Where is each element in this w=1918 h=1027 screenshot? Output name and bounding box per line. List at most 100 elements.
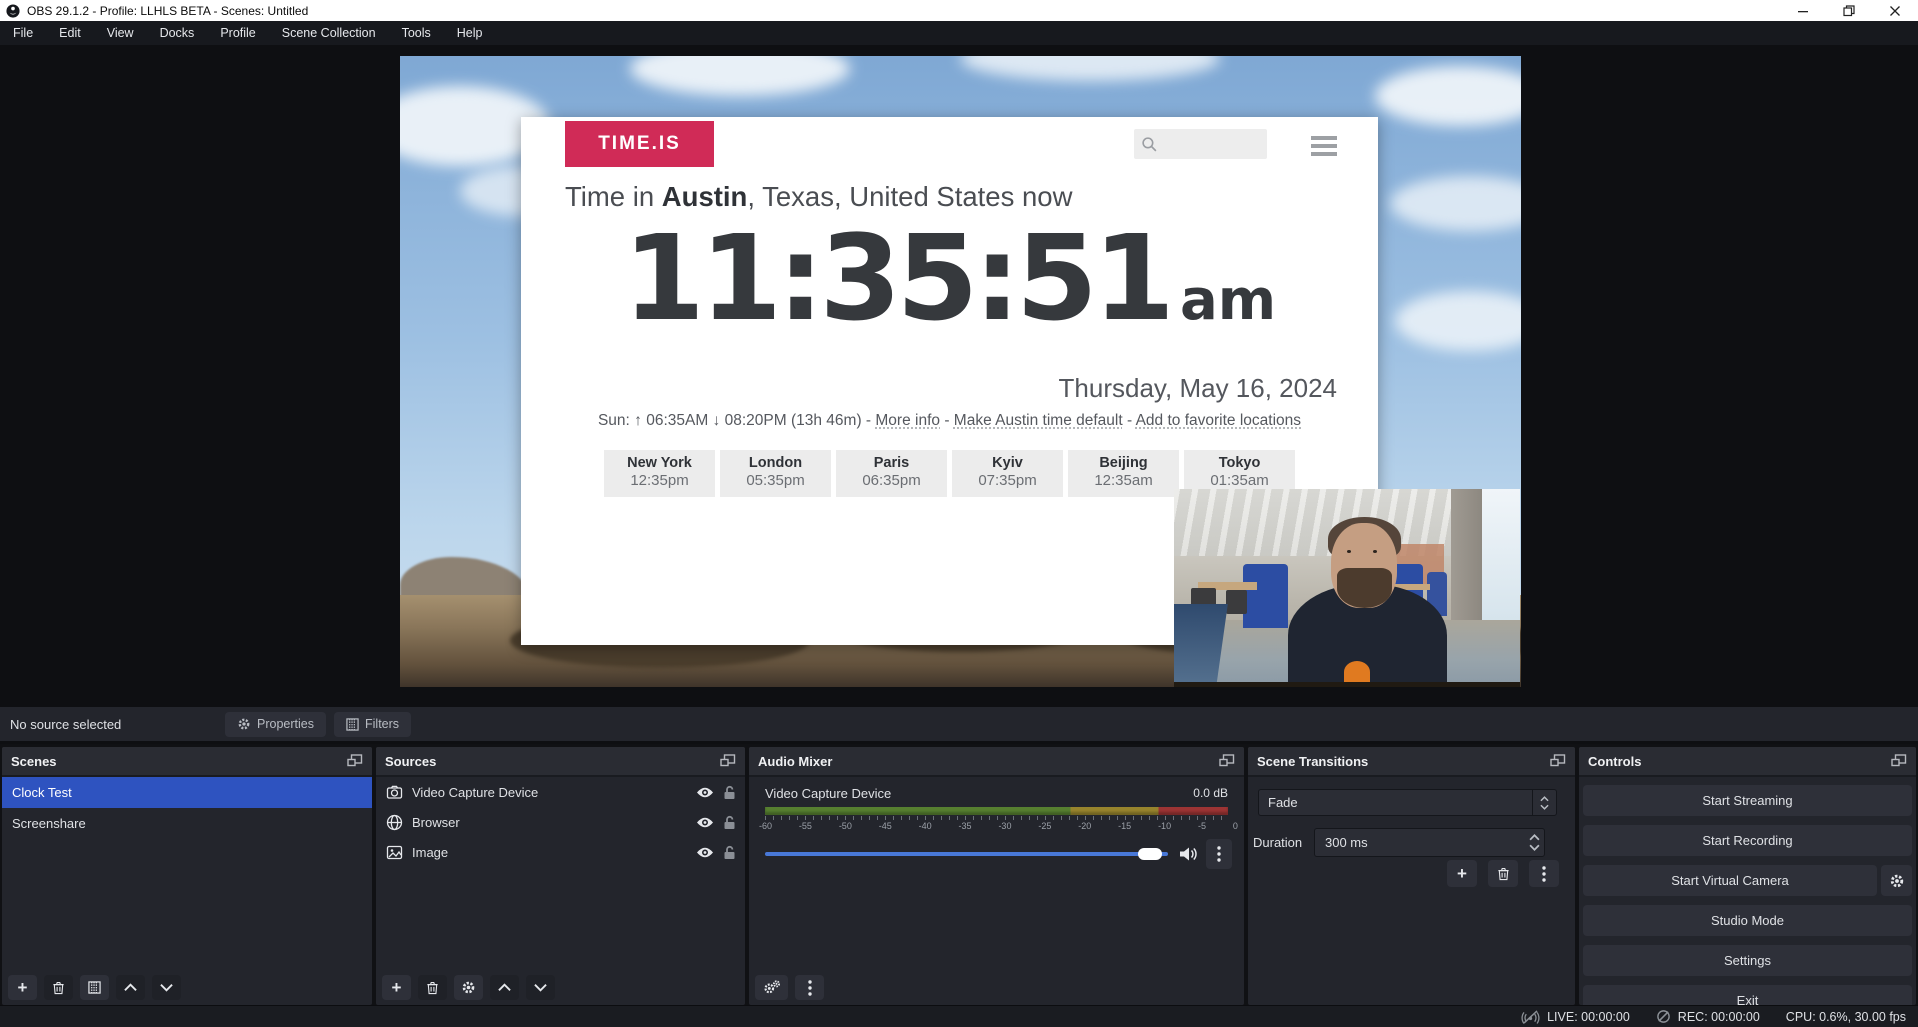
advanced-audio-button[interactable] [755, 975, 788, 1000]
unlock-icon[interactable] [723, 845, 736, 860]
start-virtual-camera-button[interactable]: Start Virtual Camera [1583, 865, 1877, 896]
cloud [1390, 176, 1521, 231]
audio-mixer-header: Audio Mixer [749, 747, 1244, 777]
close-button[interactable] [1872, 0, 1918, 21]
menu-item-help[interactable]: Help [444, 21, 496, 45]
scene-item-screenshare[interactable]: Screenshare [2, 808, 372, 839]
chevron-up-icon [498, 983, 511, 992]
speaker-icon[interactable] [1178, 845, 1198, 863]
timeis-date: Thursday, May 16, 2024 [1059, 373, 1337, 404]
chevron-up-icon [1529, 834, 1540, 841]
menu-bar: File Edit View Docks Profile Scene Colle… [0, 21, 1918, 45]
menu-item-tools[interactable]: Tools [389, 21, 444, 45]
exit-button[interactable]: Exit [1583, 985, 1912, 1005]
popout-icon[interactable] [1550, 754, 1566, 768]
transition-select-arrows[interactable] [1532, 790, 1556, 815]
title-bar: OBS 29.1.2 - Profile: LLHLS BETA - Scene… [0, 0, 1918, 21]
move-source-down-button[interactable] [526, 975, 555, 1000]
scene-filters-button[interactable] [80, 975, 109, 1000]
scene-transitions-panel: Scene Transitions Fade Duration 300 ms [1248, 747, 1575, 1005]
eye-icon[interactable] [696, 816, 714, 829]
properties-button[interactable]: Properties [225, 712, 326, 737]
eye-icon[interactable] [696, 846, 714, 859]
menu-item-scene-collection[interactable]: Scene Collection [269, 21, 389, 45]
restore-button[interactable] [1826, 0, 1872, 21]
kebab-icon [1542, 866, 1546, 882]
start-streaming-button[interactable]: Start Streaming [1583, 785, 1912, 816]
move-scene-up-button[interactable] [116, 975, 145, 1000]
controls-buttons: Start Streaming Start Recording Start Vi… [1583, 785, 1912, 1005]
minimize-button[interactable] [1780, 0, 1826, 21]
popout-icon[interactable] [347, 754, 363, 768]
cloud [1395, 291, 1521, 351]
settings-button[interactable]: Settings [1583, 945, 1912, 976]
controls-header: Controls [1579, 747, 1916, 777]
duration-spinbox[interactable]: 300 ms [1314, 828, 1545, 857]
scene-item-clock-test[interactable]: Clock Test [2, 777, 372, 808]
cloud [960, 56, 1220, 81]
menu-item-file[interactable]: File [0, 21, 46, 45]
add-source-button[interactable]: + [382, 975, 411, 1000]
duration-spin-arrows[interactable] [1529, 829, 1540, 856]
transition-select[interactable]: Fade [1258, 789, 1557, 816]
source-item-image[interactable]: Image [376, 837, 745, 867]
live-status: LIVE: 00:00:00 [1521, 1010, 1630, 1024]
volume-slider[interactable] [765, 852, 1168, 856]
menu-item-profile[interactable]: Profile [207, 21, 268, 45]
popout-icon[interactable] [1219, 754, 1235, 768]
meter-tick-marks [765, 816, 1228, 820]
sources-toolbar: + [382, 975, 555, 1000]
source-label: Image [412, 845, 687, 860]
kebab-icon [808, 980, 812, 996]
popout-icon[interactable] [720, 754, 736, 768]
chevron-up-icon [1540, 796, 1549, 802]
mixer-track-name: Video Capture Device [765, 786, 891, 801]
virtual-camera-config-button[interactable] [1881, 865, 1912, 896]
audio-mixer-title: Audio Mixer [758, 754, 832, 769]
obs-logo-icon [6, 4, 20, 18]
source-label: Video Capture Device [412, 785, 687, 800]
add-transition-button[interactable]: + [1447, 860, 1477, 887]
source-item-browser[interactable]: Browser [376, 807, 745, 837]
double-gear-icon [763, 980, 781, 995]
preview-canvas[interactable]: TIME.IS Time in Austin, Texas, United St… [400, 56, 1521, 687]
mixer-options-button[interactable] [1206, 839, 1232, 869]
menu-item-docks[interactable]: Docks [147, 21, 208, 45]
add-scene-button[interactable]: + [8, 975, 37, 1000]
menu-item-edit[interactable]: Edit [46, 21, 94, 45]
eye-icon[interactable] [696, 786, 714, 799]
record-inactive-icon [1656, 1009, 1671, 1024]
scene-transitions-title: Scene Transitions [1257, 754, 1368, 769]
studio-mode-button[interactable]: Studio Mode [1583, 905, 1912, 936]
controls-panel: Controls Start Streaming Start Recording… [1579, 747, 1916, 1005]
filters-button[interactable]: Filters [334, 712, 411, 737]
scene-transitions-header: Scene Transitions [1248, 747, 1575, 777]
city-card: Beijing12:35am [1068, 450, 1179, 497]
duration-value: 300 ms [1325, 835, 1368, 850]
transitions-toolbar: + [1447, 860, 1559, 887]
volume-slider-handle[interactable] [1138, 848, 1162, 860]
mixer-menu-button[interactable] [795, 975, 824, 1000]
cloud [630, 56, 850, 96]
sources-header: Sources [376, 747, 745, 777]
unlock-icon[interactable] [723, 785, 736, 800]
menu-item-view[interactable]: View [94, 21, 147, 45]
move-scene-down-button[interactable] [152, 975, 181, 1000]
move-source-up-button[interactable] [490, 975, 519, 1000]
source-properties-button[interactable] [454, 975, 483, 1000]
unlock-icon[interactable] [723, 815, 736, 830]
source-item-video-capture[interactable]: Video Capture Device [376, 777, 745, 807]
remove-source-button[interactable] [418, 975, 447, 1000]
popout-icon[interactable] [1891, 754, 1907, 768]
remove-transition-button[interactable] [1488, 860, 1518, 887]
mixer-track-row: Video Capture Device 0.0 dB [749, 777, 1244, 805]
stream-inactive-icon [1521, 1010, 1540, 1024]
audio-mixer-panel: Audio Mixer Video Capture Device 0.0 dB … [749, 747, 1244, 1005]
transition-value: Fade [1259, 795, 1532, 810]
remove-scene-button[interactable] [44, 975, 73, 1000]
transition-properties-button[interactable] [1529, 860, 1559, 887]
chevron-up-icon [124, 983, 137, 992]
duration-label: Duration [1248, 835, 1314, 850]
scenes-toolbar: + [8, 975, 181, 1000]
start-recording-button[interactable]: Start Recording [1583, 825, 1912, 856]
